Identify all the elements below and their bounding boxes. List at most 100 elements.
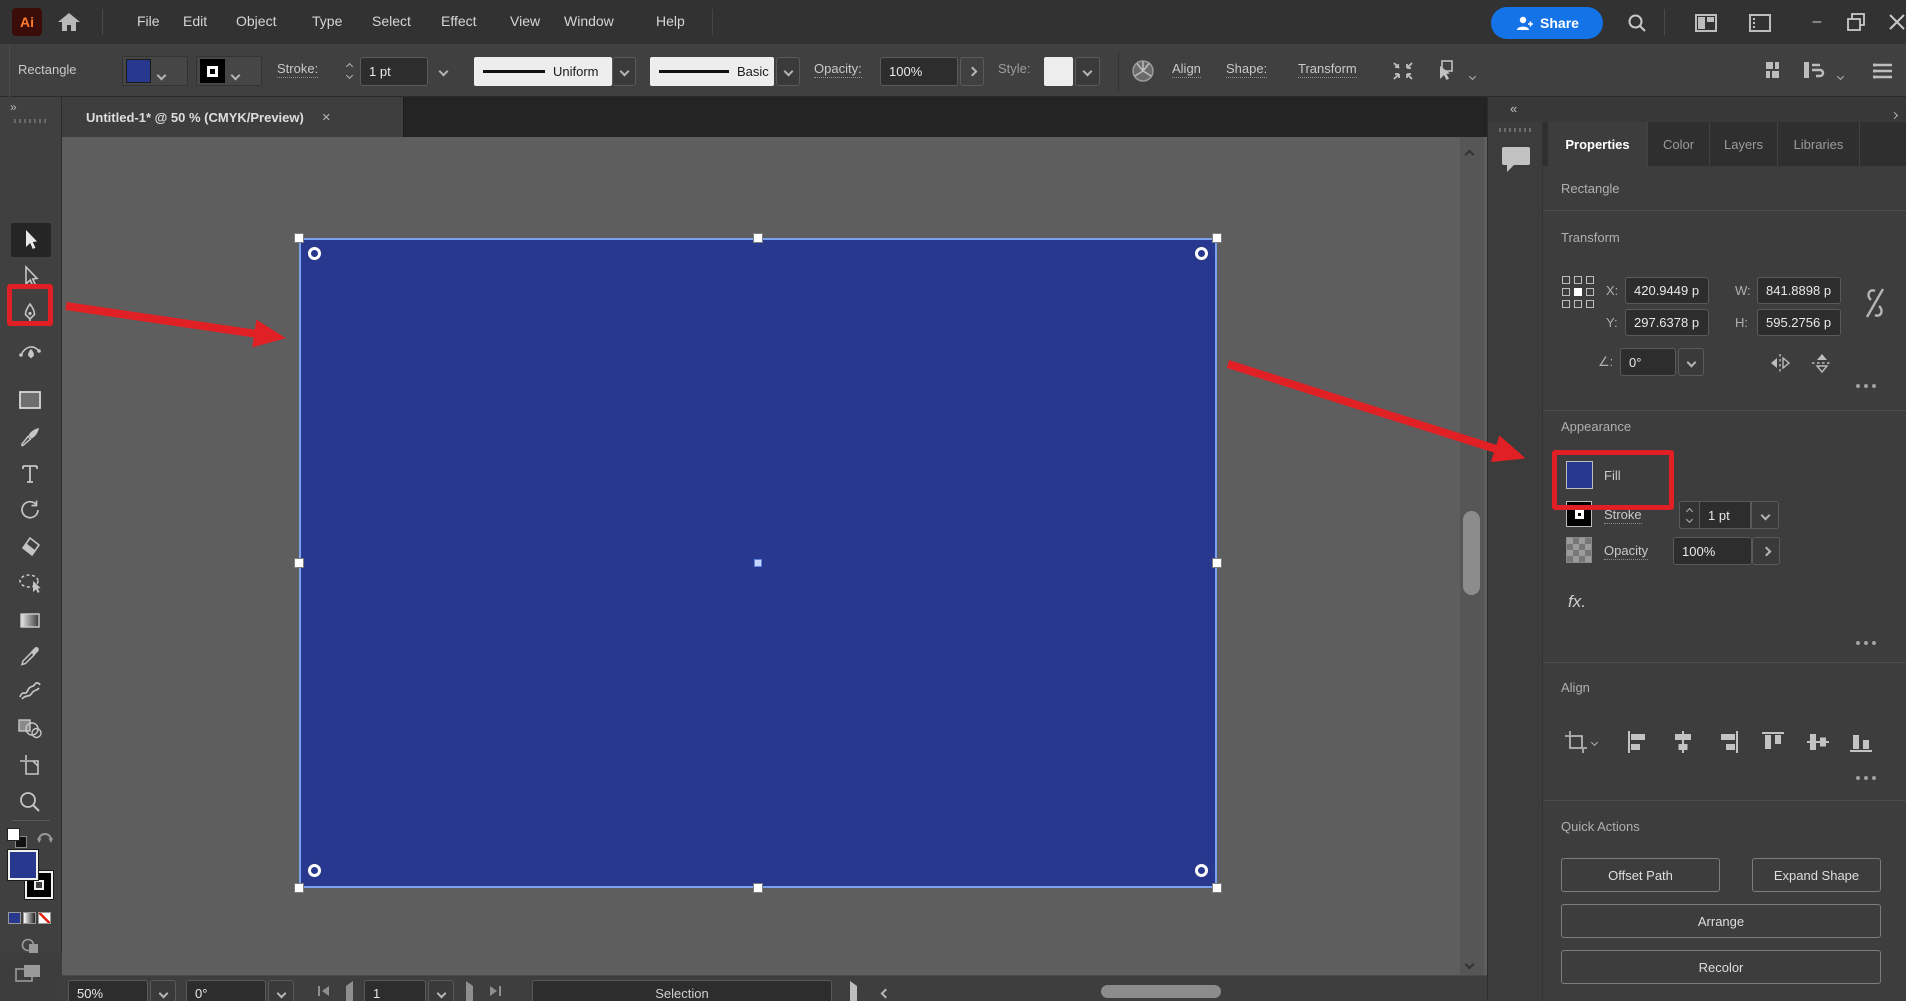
panel-opacity-field[interactable]: 100% — [1673, 537, 1752, 565]
hscroll-left-icon[interactable] — [882, 984, 889, 1001]
opacity-label[interactable]: Opacity: — [814, 61, 862, 78]
gradient-mode-icon[interactable] — [23, 912, 36, 924]
select-similar-dropdown-icon[interactable] — [1470, 66, 1475, 84]
none-mode-icon[interactable] — [38, 912, 51, 924]
corner-widget-bottom-left[interactable] — [308, 864, 321, 877]
tab-libraries[interactable]: Libraries — [1778, 122, 1860, 166]
restore-button[interactable] — [1846, 12, 1866, 32]
horizontal-scrollbar-thumb[interactable] — [1101, 985, 1221, 998]
align-link[interactable]: Align — [1172, 61, 1201, 78]
menu-type[interactable]: Type — [312, 13, 342, 29]
object-center-point[interactable] — [754, 559, 762, 567]
recolor-artwork-icon[interactable] — [1130, 58, 1156, 84]
flip-vertical-icon[interactable] — [1810, 352, 1834, 374]
appearance-more-options-icon[interactable] — [1856, 641, 1876, 645]
menu-view[interactable]: View — [510, 13, 540, 29]
corner-widget-bottom-right[interactable] — [1195, 864, 1208, 877]
appearance-opacity-label[interactable]: Opacity — [1604, 543, 1648, 560]
artboard-tool[interactable] — [16, 751, 44, 779]
panel-arrange-icon[interactable] — [1748, 13, 1772, 33]
select-similar-icon[interactable] — [1432, 58, 1458, 82]
selection-handle-middle-right[interactable] — [1212, 558, 1222, 568]
style-swatch[interactable] — [1044, 57, 1073, 86]
color-mode-icon[interactable] — [8, 912, 21, 924]
zoom-tool[interactable] — [16, 788, 44, 816]
selected-rectangle-object[interactable] — [299, 238, 1217, 888]
panel-stroke-weight-dropdown-icon[interactable] — [1751, 501, 1779, 529]
stroke-weight-label[interactable]: Stroke: — [277, 61, 318, 78]
selection-handle-bottom-center[interactable] — [753, 883, 763, 893]
h-field[interactable]: 595.2756 p — [1757, 309, 1841, 336]
transform-more-options-icon[interactable] — [1856, 384, 1876, 388]
shape-link[interactable]: Shape: — [1226, 61, 1267, 78]
x-field[interactable]: 420.9449 p — [1625, 277, 1709, 304]
search-icon[interactable] — [1626, 12, 1648, 34]
opacity-options-icon[interactable] — [960, 57, 984, 86]
fill-color-swatch[interactable] — [126, 59, 151, 83]
home-icon[interactable] — [56, 10, 82, 34]
w-field[interactable]: 841.8898 p — [1757, 277, 1841, 304]
panel-stroke-weight-field[interactable]: 1 pt — [1699, 501, 1751, 529]
close-button[interactable] — [1888, 13, 1906, 31]
stroke-weight-stepper[interactable] — [340, 57, 358, 85]
next-artboard-icon[interactable] — [466, 986, 473, 1001]
transform-link[interactable]: Transform — [1298, 61, 1357, 78]
menu-edit[interactable]: Edit — [183, 13, 207, 29]
control-bar-menu-icon[interactable] — [1872, 62, 1894, 80]
menu-help[interactable]: Help — [656, 13, 685, 29]
shape-builder-tool[interactable] — [16, 714, 44, 742]
menu-effect[interactable]: Effect — [441, 13, 477, 29]
previous-artboard-icon[interactable] — [346, 986, 353, 1001]
canvas[interactable] — [62, 137, 1487, 975]
menu-object[interactable]: Object — [236, 13, 276, 29]
default-fill-stroke-icon[interactable] — [7, 828, 20, 841]
align-right-icon[interactable] — [1715, 729, 1741, 755]
rotation-field[interactable]: 0° — [186, 980, 266, 1001]
reference-point-grid[interactable] — [1562, 276, 1594, 308]
scroll-down-icon[interactable] — [1466, 955, 1473, 973]
selection-handle-top-right[interactable] — [1212, 233, 1222, 243]
last-artboard-icon[interactable] — [490, 986, 501, 996]
fill-color-dropdown-icon[interactable] — [158, 66, 165, 84]
rotation-angle-field[interactable]: 0° — [1620, 348, 1676, 376]
vertical-scrollbar-thumb[interactable] — [1463, 511, 1480, 595]
brush-definition-dropdown-icon[interactable] — [776, 57, 800, 86]
recolor-button[interactable]: Recolor — [1561, 950, 1881, 984]
selection-tool[interactable] — [16, 226, 44, 254]
share-button[interactable]: Share — [1491, 7, 1603, 39]
workspace-layout-icon[interactable] — [1694, 13, 1718, 33]
align-bottom-icon[interactable] — [1848, 729, 1874, 755]
first-artboard-icon[interactable] — [318, 986, 329, 996]
rotation-angle-dropdown-icon[interactable] — [1678, 348, 1704, 376]
minimize-button[interactable]: – — [1800, 10, 1834, 34]
status-expand-icon[interactable] — [850, 986, 857, 1001]
align-top-icon[interactable] — [1760, 729, 1786, 755]
width-profile-dropdown[interactable]: Uniform — [474, 57, 612, 86]
document-arrangement-icon[interactable] — [1802, 60, 1826, 80]
offset-path-button[interactable]: Offset Path — [1561, 858, 1720, 892]
width-profile-dropdown-icon[interactable] — [612, 57, 636, 86]
fill-proxy-swatch[interactable] — [8, 850, 38, 880]
appearance-opacity-swatch[interactable] — [1566, 537, 1592, 563]
dock-grip[interactable] — [1499, 128, 1533, 132]
swap-fill-stroke-icon[interactable] — [36, 828, 54, 844]
panel-overflow-icon[interactable] — [1892, 105, 1897, 123]
arrange-documents-icon[interactable] — [1764, 60, 1786, 80]
control-bar-grip[interactable] — [0, 44, 10, 97]
expand-shape-button[interactable]: Expand Shape — [1752, 858, 1881, 892]
opacity-field[interactable]: 100% — [880, 57, 958, 86]
align-more-options-icon[interactable] — [1856, 776, 1876, 780]
zoom-level-dropdown-icon[interactable] — [150, 980, 176, 1001]
selection-handle-bottom-right[interactable] — [1212, 883, 1222, 893]
tab-properties[interactable]: Properties — [1548, 122, 1648, 166]
stroke-weight-field[interactable]: 1 pt — [360, 57, 428, 86]
paintbrush-tool[interactable] — [16, 423, 44, 451]
gradient-tool[interactable] — [16, 606, 44, 634]
draw-normal-icon[interactable] — [14, 963, 44, 983]
rotation-dropdown-icon[interactable] — [268, 980, 294, 1001]
corner-widget-top-right[interactable] — [1195, 247, 1208, 260]
eyedropper-tool[interactable] — [16, 642, 44, 670]
curvature-tool[interactable] — [16, 337, 44, 365]
type-tool[interactable] — [16, 460, 44, 488]
selection-handle-top-center[interactable] — [753, 233, 763, 243]
